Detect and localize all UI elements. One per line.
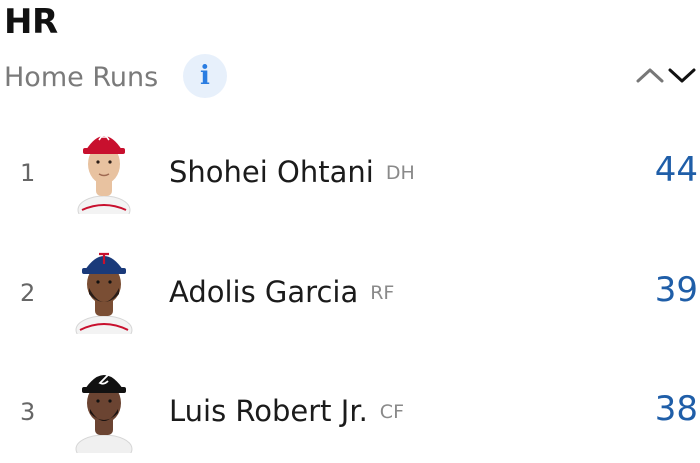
page-title: HR [4, 2, 58, 42]
info-icon[interactable]: i [183, 54, 227, 98]
sort-up-down-chevron-icon[interactable] [634, 62, 698, 88]
rank-number: 1 [20, 159, 36, 187]
leader-row[interactable]: 1 Shohei Ohtani DH 44 [0, 124, 700, 224]
stat-subtitle: Home Runs [4, 62, 159, 93]
player-headshot [77, 131, 131, 214]
player-name[interactable]: Shohei Ohtani [169, 155, 374, 189]
rank-number: 2 [20, 279, 36, 307]
stat-value: 44 [654, 150, 698, 190]
player-position: DH [385, 162, 415, 184]
player-headshot [75, 372, 133, 453]
rank-number: 3 [20, 398, 36, 426]
player-headshot [75, 252, 133, 334]
leader-row[interactable]: 2 Adolis Garcia RF 39 [0, 244, 700, 344]
player-name[interactable]: Luis Robert Jr. [169, 394, 368, 428]
player-name[interactable]: Adolis Garcia [169, 275, 358, 309]
player-position: CF [379, 401, 404, 423]
stat-value: 39 [654, 270, 698, 310]
player-position: RF [370, 282, 395, 304]
leader-row[interactable]: 3 Luis Robert Jr. CF 38 [0, 363, 700, 463]
stat-value: 38 [654, 389, 698, 429]
